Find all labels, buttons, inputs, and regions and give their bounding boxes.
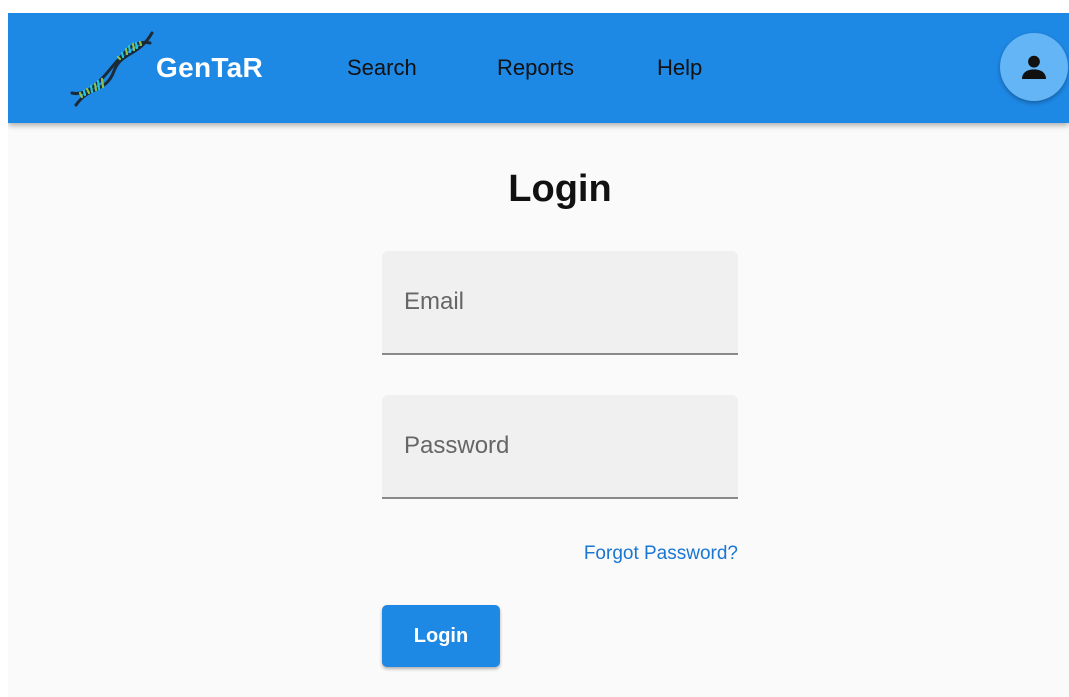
nav-help-link[interactable]: Help bbox=[657, 55, 702, 81]
person-icon bbox=[1022, 55, 1046, 79]
nav-search-link[interactable]: Search bbox=[347, 55, 417, 81]
email-field[interactable] bbox=[382, 251, 738, 355]
brand[interactable]: GenTaR bbox=[68, 23, 263, 113]
app-window: GenTaR Search Reports Help Login Forgot … bbox=[8, 13, 1069, 697]
login-button[interactable]: Login bbox=[382, 605, 500, 667]
account-button[interactable] bbox=[1000, 33, 1068, 101]
page-title: Login bbox=[508, 168, 612, 210]
nav-reports-link[interactable]: Reports bbox=[497, 55, 574, 81]
password-input[interactable] bbox=[382, 395, 738, 497]
email-input[interactable] bbox=[382, 251, 738, 353]
top-app-bar: GenTaR Search Reports Help bbox=[8, 13, 1069, 123]
dna-helix-icon bbox=[70, 31, 154, 107]
password-field[interactable] bbox=[382, 395, 738, 499]
brand-name: GenTaR bbox=[156, 52, 264, 83]
forgot-password-link[interactable]: Forgot Password? bbox=[584, 543, 738, 565]
